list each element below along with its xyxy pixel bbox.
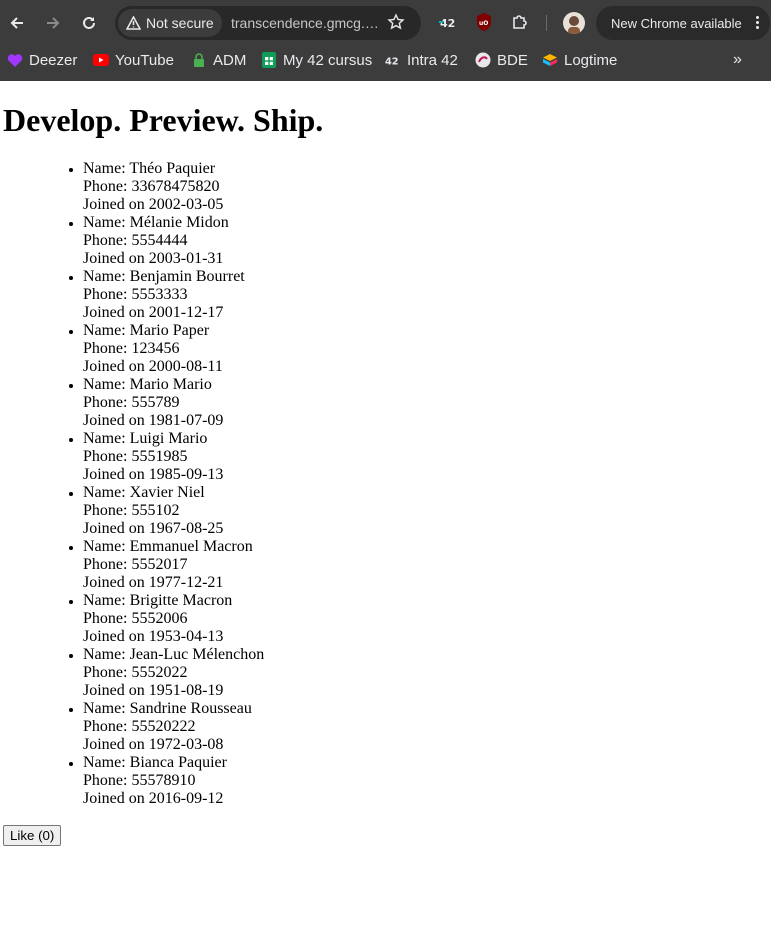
bookmark-label: ADM (213, 51, 247, 69)
address-bar[interactable]: Not secure transcendence.gmcg.… (115, 6, 421, 40)
bookmark-adm[interactable]: ADM (191, 51, 246, 69)
member-joined: Joined on 1972-03-08 (83, 736, 224, 753)
list-item: Name: Benjamin BourretPhone: 5553333Join… (83, 268, 264, 322)
forward-arrow-icon (47, 17, 60, 29)
member-phone: Phone: 123456 (83, 340, 180, 357)
deezer-heart-icon (7, 52, 23, 68)
bookmark-label: Intra 42 (407, 51, 458, 69)
youtube-icon (93, 52, 109, 68)
update-label: New Chrome available (611, 15, 742, 31)
logtime-icon (542, 52, 558, 68)
lock-icon (191, 52, 207, 68)
bookmark-bde[interactable]: BDE (475, 51, 528, 69)
member-phone: Phone: 555789 (83, 394, 180, 411)
member-name: Name: Jean-Luc Mélenchon (83, 646, 265, 663)
member-name: Name: Mélanie Midon (83, 214, 229, 231)
member-phone: Phone: 55578910 (83, 772, 196, 789)
member-name: Name: Luigi Mario (83, 430, 208, 447)
member-joined: Joined on 1953-04-13 (83, 628, 224, 645)
list-item: Name: Bianca PaquierPhone: 55578910Joine… (83, 754, 264, 808)
security-chip[interactable]: Not secure (118, 9, 222, 37)
bde-icon (475, 52, 491, 68)
svg-text:42: 42 (385, 56, 399, 67)
page-title: Develop. Preview. Ship. (3, 102, 324, 138)
bookmark-my-42-cursus[interactable]: My 42 cursus (261, 51, 372, 69)
member-name: Name: Théo Paquier (83, 160, 216, 177)
svg-text:uO: uO (479, 20, 488, 27)
list-item: Name: Mario MarioPhone: 555789Joined on … (83, 376, 264, 430)
bookmark-label: Logtime (564, 51, 618, 69)
back-arrow-icon (10, 17, 23, 29)
member-joined: Joined on 2016-09-12 (83, 790, 224, 807)
intra42-extension-icon[interactable]: 42 (437, 11, 459, 33)
chrome-menu-icon[interactable] (756, 16, 760, 30)
member-joined: Joined on 2001-12-17 (83, 304, 224, 321)
bookmarks-bar: Deezer YouTube ADM My 42 cursus 42 Intra… (0, 46, 771, 74)
member-joined: Joined on 1977-12-21 (83, 574, 224, 591)
list-item: Name: Mélanie MidonPhone: 5554444Joined … (83, 214, 264, 268)
42-logo-icon: 42 (385, 52, 401, 68)
forward-button[interactable] (39, 9, 67, 37)
list-item: Name: Mario PaperPhone: 123456Joined on … (83, 322, 264, 376)
new-chrome-available-button[interactable]: New Chrome available (596, 6, 770, 40)
list-item: Name: Théo PaquierPhone: 33678475820Join… (83, 160, 264, 214)
member-name: Name: Sandrine Rousseau (83, 700, 252, 717)
bookmark-star-icon[interactable] (387, 13, 405, 36)
member-name: Name: Emmanuel Macron (83, 538, 253, 555)
bookmark-intra-42[interactable]: 42 Intra 42 (385, 51, 458, 69)
member-name: Name: Xavier Niel (83, 484, 205, 501)
list-item: Name: Emmanuel MacronPhone: 5552017Joine… (83, 538, 264, 592)
member-phone: Phone: 5553333 (83, 286, 188, 303)
browser-chrome: Not secure transcendence.gmcg.… 42 uO Ne… (0, 0, 771, 81)
member-joined: Joined on 1981-07-09 (83, 412, 224, 429)
member-name: Name: Bianca Paquier (83, 754, 227, 771)
bookmark-label: YouTube (115, 51, 174, 69)
member-phone: Phone: 5552017 (83, 556, 188, 573)
profile-avatar[interactable] (563, 12, 585, 34)
member-joined: Joined on 2000-08-11 (83, 358, 223, 375)
list-item: Name: Brigitte MacronPhone: 5552006Joine… (83, 592, 264, 646)
member-phone: Phone: 555102 (83, 502, 180, 519)
list-item: Name: Xavier NielPhone: 555102Joined on … (83, 484, 264, 538)
extensions-puzzle-icon[interactable] (509, 11, 531, 33)
url-text[interactable]: transcendence.gmcg.… (231, 15, 379, 31)
like-button[interactable]: Like (0) (3, 825, 62, 846)
ublock-origin-icon[interactable]: uO (473, 11, 495, 33)
page-content: Develop. Preview. Ship. Name: Théo Paqui… (0, 81, 771, 946)
bookmark-youtube[interactable]: YouTube (93, 51, 174, 69)
member-joined: Joined on 2002-03-05 (83, 196, 224, 213)
member-joined: Joined on 1985-09-13 (83, 466, 224, 483)
member-phone: Phone: 5552022 (83, 664, 188, 681)
member-phone: Phone: 5552006 (83, 610, 188, 627)
bookmark-label: My 42 cursus (283, 51, 373, 69)
member-phone: Phone: 33678475820 (83, 178, 220, 195)
list-item: Name: Sandrine RousseauPhone: 55520222Jo… (83, 700, 264, 754)
member-name: Name: Benjamin Bourret (83, 268, 245, 285)
member-phone: Phone: 5551985 (83, 448, 188, 465)
sheets-icon (261, 52, 277, 68)
member-name: Name: Mario Paper (83, 322, 210, 339)
member-joined: Joined on 1951-08-19 (83, 682, 224, 699)
browser-toolbar: Not secure transcendence.gmcg.… 42 uO Ne… (0, 0, 771, 46)
member-phone: Phone: 5554444 (83, 232, 188, 249)
more-bookmarks-chevron-icon[interactable]: » (733, 51, 742, 69)
list-item: Name: Jean-Luc MélenchonPhone: 5552022Jo… (83, 646, 264, 700)
toolbar-divider (546, 15, 547, 31)
members-list: Name: Théo PaquierPhone: 33678475820Join… (3, 160, 264, 808)
member-name: Name: Mario Mario (83, 376, 212, 393)
back-button[interactable] (3, 9, 31, 37)
bookmark-logtime[interactable]: Logtime (542, 51, 617, 69)
member-name: Name: Brigitte Macron (83, 592, 233, 609)
warning-icon (126, 16, 141, 30)
list-item: Name: Luigi MarioPhone: 5551985Joined on… (83, 430, 264, 484)
reload-icon (83, 16, 95, 29)
member-phone: Phone: 55520222 (83, 718, 196, 735)
bookmark-label: BDE (497, 51, 528, 69)
bookmark-label: Deezer (29, 51, 78, 69)
member-joined: Joined on 2003-01-31 (83, 250, 224, 267)
security-label: Not secure (146, 15, 214, 31)
bookmark-deezer[interactable]: Deezer (7, 51, 77, 69)
member-joined: Joined on 1967-08-25 (83, 520, 224, 537)
reload-button[interactable] (75, 9, 103, 37)
